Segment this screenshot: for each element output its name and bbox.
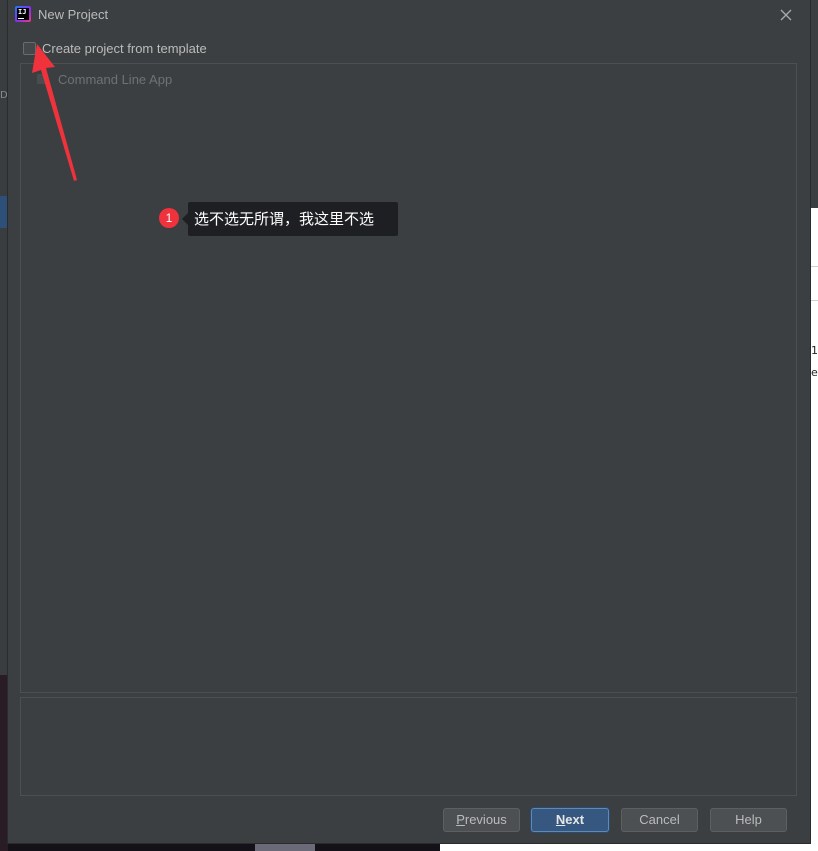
template-icon: [37, 74, 47, 84]
create-from-template-checkbox[interactable]: [23, 41, 36, 55]
cancel-button[interactable]: Cancel: [621, 808, 698, 832]
background-app-bottom-panel: [440, 843, 810, 851]
close-button[interactable]: [776, 5, 796, 25]
background-app-left-highlight: [0, 196, 8, 228]
dialog-title: New Project: [38, 7, 109, 22]
new-project-dialog: IJ New Project Create project from templ…: [8, 0, 810, 843]
background-app-right-text: e: [811, 366, 818, 379]
template-list[interactable]: Command Line App: [20, 63, 797, 693]
close-icon: [780, 9, 792, 21]
next-mnemonic: N: [555, 812, 566, 827]
template-label: Command Line App: [58, 71, 173, 87]
previous-button[interactable]: Previous: [443, 808, 520, 832]
background-app-bottom-image: [255, 843, 315, 851]
app-icon-underline: [18, 18, 24, 19]
background-app-right-text: 1: [811, 344, 818, 357]
list-item[interactable]: Command Line App: [37, 71, 172, 87]
help-button[interactable]: Help: [710, 808, 787, 832]
create-from-template-label[interactable]: Create project from template: [42, 41, 207, 56]
background-app-left-image: [0, 675, 8, 851]
next-label: ext: [565, 812, 585, 827]
background-app-right-divider: [810, 266, 818, 267]
annotation-tooltip: 选不选无所谓，我这里不选: [188, 202, 398, 236]
create-from-template-option[interactable]: Create project from template: [23, 40, 207, 56]
background-app-right-divider: [810, 300, 818, 301]
dialog-titlebar[interactable]: IJ New Project: [8, 0, 810, 30]
previous-label: revious: [464, 812, 507, 827]
intellij-app-icon: IJ: [15, 6, 31, 22]
template-description-panel: [20, 697, 797, 796]
background-app-left-text: DE: [0, 90, 8, 101]
background-app-right-panel: [810, 208, 818, 851]
step-number-badge: 1: [159, 208, 179, 228]
previous-mnemonic: P: [456, 812, 465, 827]
next-button[interactable]: Next: [531, 808, 609, 832]
